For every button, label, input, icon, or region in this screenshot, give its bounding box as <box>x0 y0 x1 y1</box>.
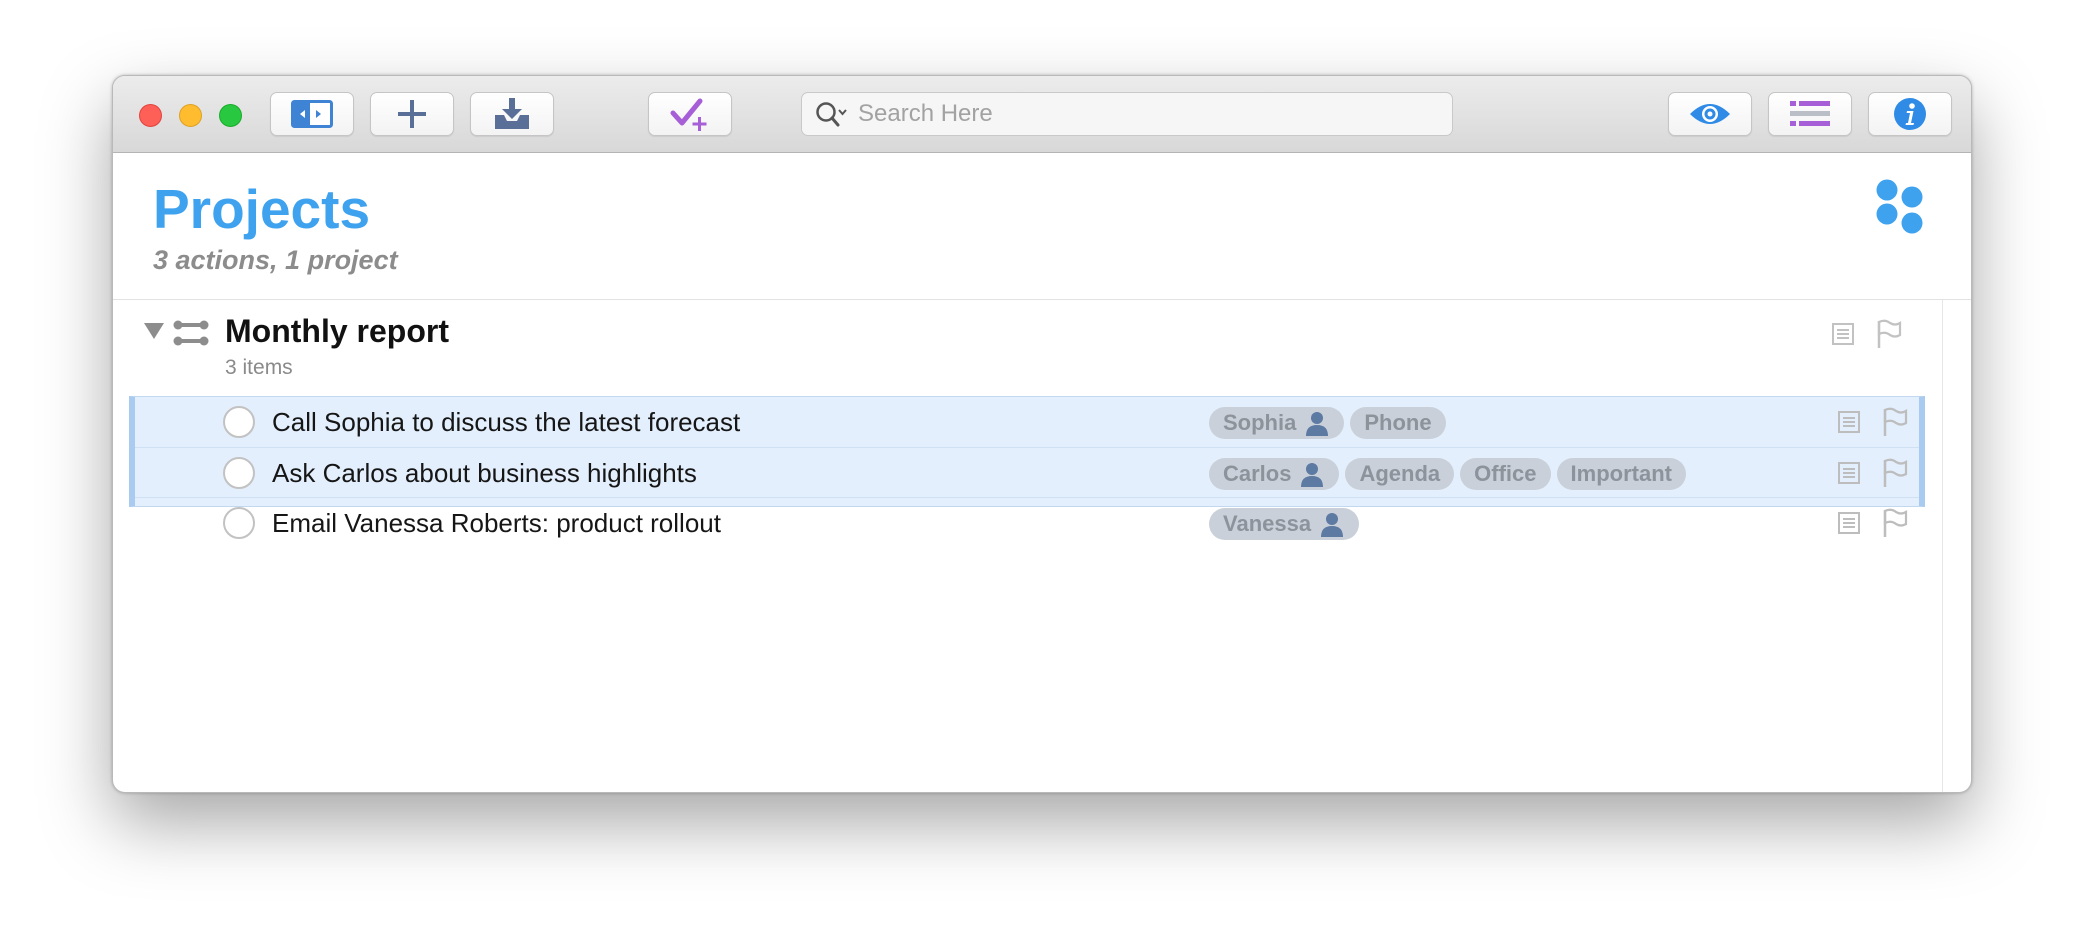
note-icon[interactable] <box>1838 512 1860 534</box>
inspector-button[interactable] <box>1868 92 1952 136</box>
note-icon[interactable] <box>1838 411 1860 433</box>
page-title: Projects <box>153 178 371 240</box>
close-window-button[interactable] <box>139 104 162 127</box>
action-title[interactable]: Email Vanessa Roberts: product rollout <box>272 508 721 539</box>
new-item-button[interactable] <box>370 92 454 136</box>
info-icon <box>1894 98 1926 130</box>
toolbar <box>113 76 1971 153</box>
completion-checkbox[interactable] <box>223 406 255 438</box>
sidebar-icon <box>291 100 333 128</box>
tag-list: Carlos Agenda Office Important <box>1209 458 1686 490</box>
tag-label: Sophia <box>1223 410 1297 435</box>
tag-label: Phone <box>1364 410 1432 435</box>
action-row[interactable]: Email Vanessa Roberts: product rollout V… <box>135 497 1919 548</box>
completion-checkbox[interactable] <box>223 507 255 539</box>
tag-chip[interactable]: Important <box>1556 458 1686 490</box>
completion-checkbox[interactable] <box>223 457 255 489</box>
tag-label: Important <box>1570 461 1672 486</box>
tag-label: Vanessa <box>1223 511 1312 536</box>
flag-icon[interactable] <box>1882 458 1908 488</box>
person-icon <box>1321 513 1344 537</box>
search-icon <box>816 102 847 127</box>
action-title[interactable]: Call Sophia to discuss the latest foreca… <box>272 407 740 438</box>
eye-icon <box>1690 104 1730 124</box>
inbox-button[interactable] <box>470 92 554 136</box>
search-field[interactable] <box>801 92 1453 136</box>
project-title[interactable]: Monthly report <box>225 313 449 350</box>
person-icon <box>1306 412 1329 436</box>
page-subtitle: 3 actions, 1 project <box>153 245 398 275</box>
view-options-button[interactable] <box>1668 92 1752 136</box>
flag-icon[interactable] <box>1876 319 1902 349</box>
zoom-window-button[interactable] <box>219 104 242 127</box>
project-icon <box>173 320 209 346</box>
flag-icon[interactable] <box>1882 407 1908 437</box>
list-icon <box>1790 101 1830 126</box>
inbox-tray-icon <box>495 98 529 129</box>
outline-content: Monthly report 3 items Call Sophia to di… <box>113 300 1971 792</box>
tag-chip[interactable]: Agenda <box>1345 458 1455 490</box>
tag-chip[interactable]: Sophia <box>1209 407 1345 439</box>
note-icon[interactable] <box>1838 462 1860 484</box>
app-window: Projects 3 actions, 1 project Monthly re… <box>112 75 1972 793</box>
disclosure-triangle-icon[interactable] <box>143 322 165 340</box>
tag-chip[interactable]: Carlos <box>1209 458 1340 490</box>
outline-button[interactable] <box>1768 92 1852 136</box>
tag-label: Office <box>1474 461 1537 486</box>
tag-label: Carlos <box>1223 461 1292 486</box>
minimize-window-button[interactable] <box>179 104 202 127</box>
tag-chip[interactable]: Vanessa <box>1209 508 1360 540</box>
tag-chip[interactable]: Phone <box>1350 407 1446 439</box>
action-title[interactable]: Ask Carlos about business highlights <box>272 458 697 489</box>
tag-label: Agenda <box>1359 461 1441 486</box>
action-row[interactable]: Call Sophia to discuss the latest foreca… <box>135 397 1919 447</box>
tag-list: Vanessa <box>1209 508 1360 540</box>
selected-actions: Call Sophia to discuss the latest foreca… <box>129 396 1925 540</box>
flag-icon[interactable] <box>1882 508 1908 538</box>
sidebar-toggle-button[interactable] <box>270 92 354 136</box>
projects-perspective-icon <box>1876 179 1923 234</box>
person-icon <box>1301 463 1324 487</box>
tag-list: Sophia Phone <box>1209 407 1446 439</box>
search-input[interactable] <box>856 94 1452 134</box>
action-row[interactable]: Ask Carlos about business highlights Car… <box>135 447 1919 498</box>
note-icon[interactable] <box>1832 323 1854 345</box>
tag-chip[interactable]: Office <box>1460 458 1551 490</box>
project-row[interactable]: Monthly report 3 items <box>113 300 1943 396</box>
perspective-header: Projects 3 actions, 1 project <box>113 153 1971 300</box>
check-plus-icon <box>670 98 707 131</box>
plus-icon <box>398 100 426 128</box>
quick-entry-button[interactable] <box>648 92 732 136</box>
project-item-count: 3 items <box>225 356 293 379</box>
